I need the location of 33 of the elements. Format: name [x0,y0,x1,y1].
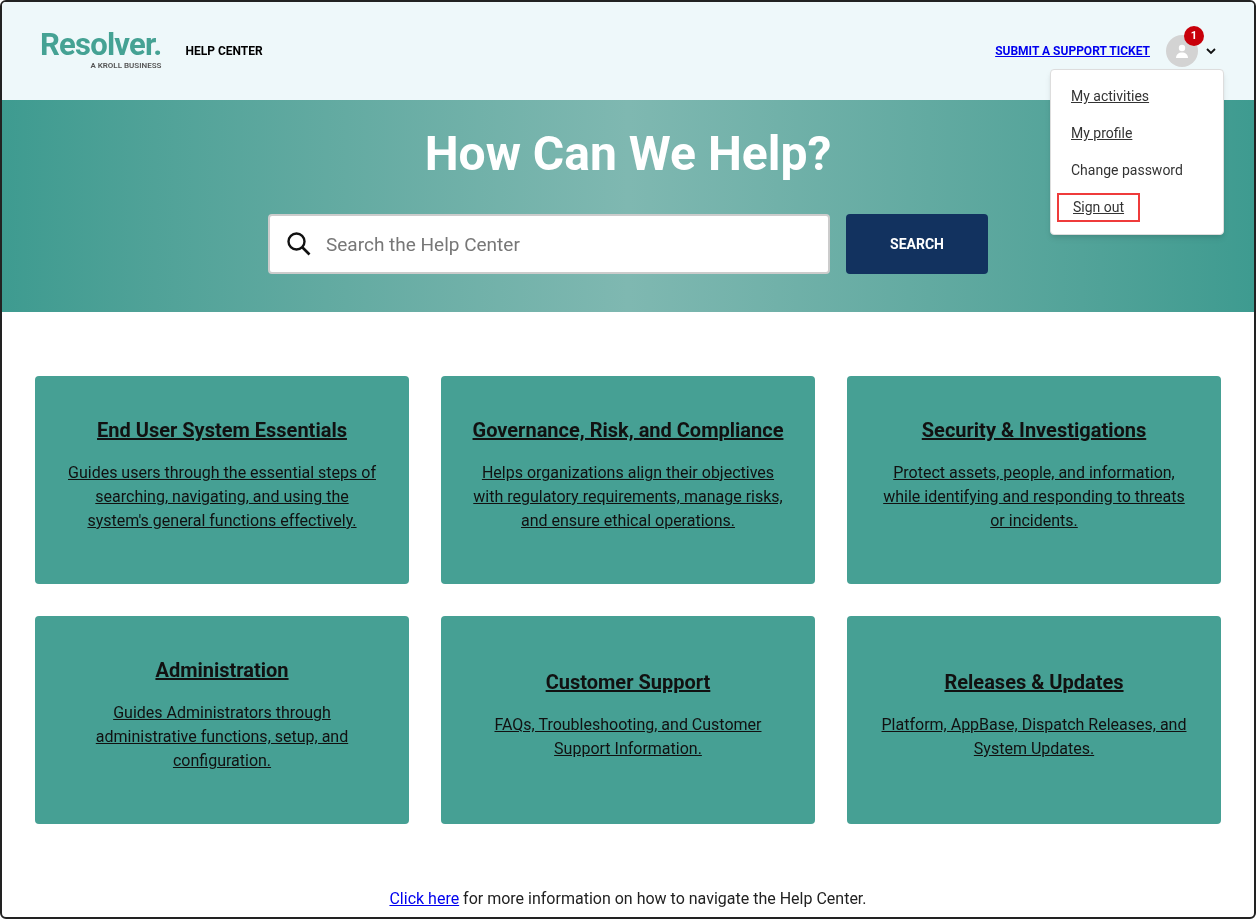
menu-item[interactable]: Change password [1057,156,1197,185]
help-center-title: HELP CENTER [185,43,263,60]
category-title[interactable]: Customer Support [545,667,711,697]
category-description[interactable]: Helps organizations align their objectives with regulatory requirements, manage risks, and ensure ethical operations. [471,461,785,533]
category-card[interactable]: Governance, Risk, and Compliance Helps organizations align their objectives with regulatory requirements, manage risks, and ensure ethical operations. [441,376,815,584]
category-description[interactable]: Guides Administrators through administrative functions, setup, and configuration. [65,701,379,773]
category-description[interactable]: Platform, AppBase, Dispatch Releases, and System Updates. [877,713,1191,761]
category-description[interactable]: FAQs, Troubleshooting, and Customer Support Information. [471,713,785,761]
search-icon [286,231,312,257]
menu-item[interactable]: My activities [1057,82,1164,111]
support-ticket-link[interactable]: SUBMIT A SUPPORT TICKET [995,42,1150,60]
search-field[interactable]: Search the Help Center [268,214,830,274]
category-description[interactable]: Protect assets, people, and information, while identifying and responding to threats or incidents. [877,461,1191,533]
category-card[interactable]: Administration Guides Administrators through administrative functions, setup, and configuration. [35,616,409,824]
category-card[interactable]: Customer Support FAQs, Troubleshooting, and Customer Support Information. [441,616,815,824]
logo-tagline: A KROLL BUSINESS [90,60,162,72]
category-card[interactable]: Security & Investigations Protect assets, people, and information, while identifying and responding to threats or incidents. [847,376,1221,584]
category-title[interactable]: Releases & Updates [944,667,1124,697]
category-card[interactable]: End User System Essentials Guides users through the essential steps of searching, navigating, and using the system's general functions effectively. [35,376,409,584]
search-button[interactable]: SEARCH [846,214,988,274]
category-card[interactable]: Releases & Updates Platform, AppBase, Dispatch Releases, and System Updates. [847,616,1221,824]
category-title[interactable]: End User System Essentials [97,415,347,445]
category-title[interactable]: Security & Investigations [921,415,1147,445]
hero-heading: How Can We Help? [424,130,832,178]
footer-note: for more information on how to navigate the Help Center. [462,889,867,908]
category-title[interactable]: Administration [155,655,289,685]
category-description[interactable]: Guides users through the essential steps of searching, navigating, and using the system's general functions effectively. [65,461,379,533]
click-here-link[interactable]: Click here [389,889,460,908]
menu-item[interactable]: Sign out [1057,193,1141,222]
chevron-down-icon[interactable] [1206,47,1216,55]
notification-badge: 1 [1184,26,1204,46]
category-title[interactable]: Governance, Risk, and Compliance [472,415,784,445]
menu-item[interactable]: My profile [1057,119,1147,148]
